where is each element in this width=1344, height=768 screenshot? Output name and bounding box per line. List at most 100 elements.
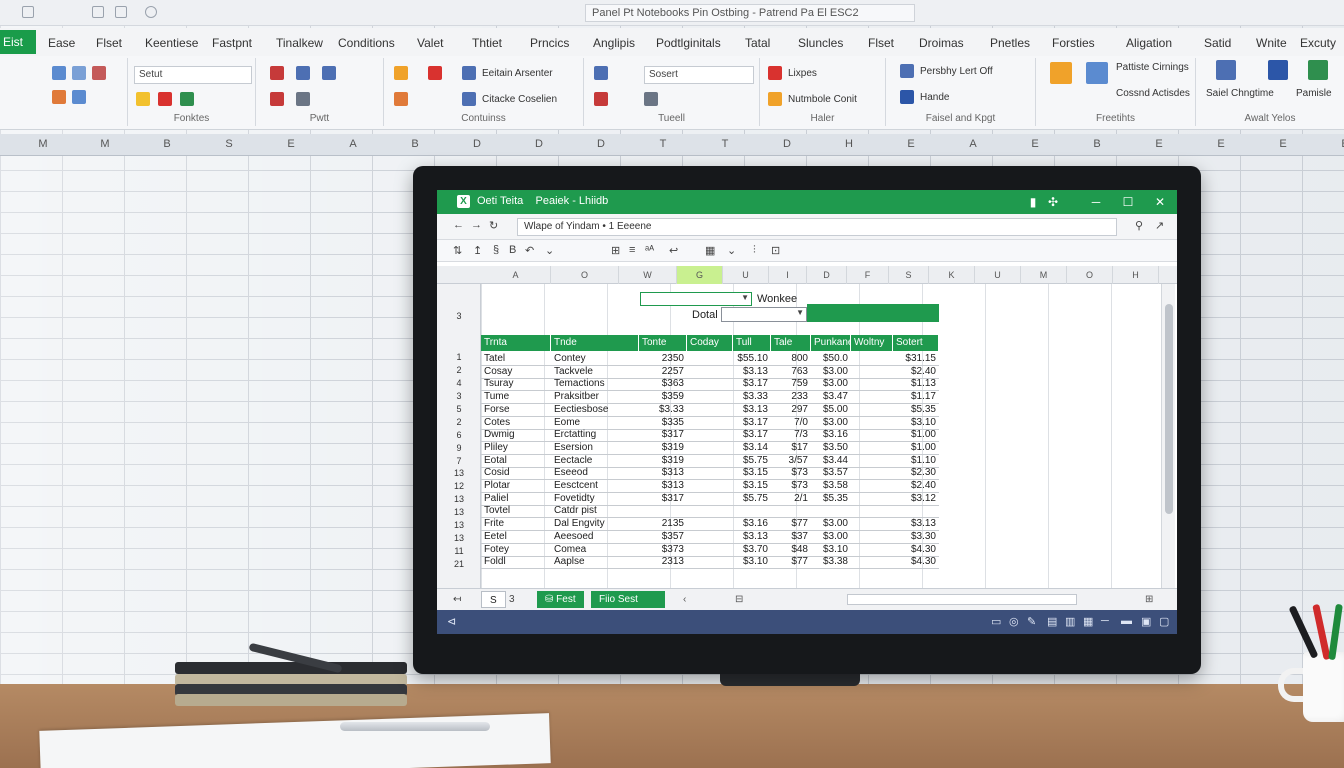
table-header-cell[interactable]: Tale <box>771 335 811 351</box>
table-cell[interactable]: $1.13 <box>896 378 936 389</box>
table-cell[interactable]: $3.33 <box>736 391 768 402</box>
table-cell[interactable]: $3.58 <box>814 480 848 491</box>
table-cell[interactable]: $363 <box>642 378 684 389</box>
ribbon-tab[interactable]: Podtlginitals <box>656 36 721 50</box>
info-icon[interactable]: ▮ <box>1022 193 1044 211</box>
table-cell[interactable]: $2.40 <box>896 480 936 491</box>
grid-icon[interactable]: ⊡ <box>771 244 780 257</box>
zoom-out-icon[interactable]: ─ <box>1101 615 1109 627</box>
table-cell[interactable]: $3.13 <box>736 531 768 542</box>
row-number[interactable]: 13 <box>437 468 481 478</box>
table-cell[interactable]: 7/3 <box>774 429 808 440</box>
column-header[interactable]: O <box>551 266 619 284</box>
maximize-button[interactable]: ☐ <box>1117 193 1139 211</box>
row-number[interactable]: 1 <box>437 352 481 362</box>
table-header-cell[interactable]: Woltny <box>851 335 893 351</box>
table-cell[interactable]: $5.75 <box>736 493 768 504</box>
table-cell[interactable]: Frite <box>484 518 548 529</box>
undo-icon[interactable]: ↶ <box>525 244 534 257</box>
table-cell[interactable]: $48 <box>774 544 808 555</box>
number-icon[interactable] <box>594 66 608 80</box>
table-cell[interactable]: Eotal <box>484 455 548 466</box>
table-cell[interactable]: Aaplse <box>554 556 636 567</box>
table-cell[interactable]: 2350 <box>642 353 684 364</box>
table-cell[interactable]: $31.15 <box>896 353 936 364</box>
formula-input[interactable]: Wlape of Yindam • 1 Eeeene <box>517 218 1117 236</box>
table-header-cell[interactable]: Sotert <box>893 335 939 351</box>
ribbon-tab[interactable]: Forsties <box>1052 36 1095 50</box>
format-table-icon[interactable] <box>768 92 782 106</box>
table-cell[interactable]: $3.00 <box>814 417 848 428</box>
table-cell[interactable]: $3.17 <box>736 429 768 440</box>
column-header[interactable]: K <box>929 266 975 284</box>
table-header-cell[interactable]: Punkane <box>811 335 853 351</box>
row-number[interactable]: 9 <box>437 443 481 453</box>
table-cell[interactable]: $3.44 <box>814 455 848 466</box>
accessibility-icon[interactable]: ⊲ <box>447 615 456 628</box>
table-cell[interactable]: $3.00 <box>814 518 848 529</box>
ribbon-tab[interactable]: Flset <box>868 36 894 50</box>
vertical-scrollbar[interactable] <box>1161 284 1175 588</box>
table-cell[interactable]: $359 <box>642 391 684 402</box>
table-cell[interactable]: $319 <box>642 442 684 453</box>
ribbon-tab[interactable]: Keentiese <box>145 36 198 50</box>
table-header-cell[interactable]: Tonte <box>639 335 687 351</box>
merge-icon[interactable]: ⊞ <box>611 244 620 257</box>
table-cell[interactable]: Fotey <box>484 544 548 555</box>
dropdown-select[interactable]: ▼ <box>640 292 752 306</box>
table-cell[interactable]: Plotar <box>484 480 548 491</box>
chevron-down-icon[interactable]: ⌄ <box>727 244 736 257</box>
ribbon-tab[interactable]: Excuty <box>1300 36 1336 50</box>
align-icon[interactable]: ≡ <box>629 244 635 256</box>
table-cell[interactable]: Forse <box>484 404 548 415</box>
link-icon[interactable]: ⚲ <box>1135 219 1143 232</box>
font-size-icon[interactable] <box>322 66 336 80</box>
close-x-icon[interactable] <box>428 66 442 80</box>
ideas-label-2[interactable]: Pamisle <box>1296 88 1332 99</box>
column-header[interactable]: O <box>1067 266 1113 284</box>
ribbon-tab[interactable]: Tinalkew <box>276 36 323 50</box>
table-cell[interactable]: Cosay <box>484 366 548 377</box>
table-cell[interactable]: $1.10 <box>896 455 936 466</box>
horizontal-scrollbar[interactable] <box>847 594 1077 605</box>
column-header[interactable]: D <box>807 266 847 284</box>
table-cell[interactable]: $3.00 <box>814 366 848 377</box>
table-cell[interactable]: $3.57 <box>814 467 848 478</box>
column-header[interactable]: M <box>1021 266 1067 284</box>
pivot-icon[interactable] <box>1086 62 1108 84</box>
table-cell[interactable]: $3.14 <box>736 442 768 453</box>
table-cell[interactable]: $2.30 <box>896 467 936 478</box>
percent-icon[interactable] <box>594 92 608 106</box>
table-cell[interactable]: $3.13 <box>736 366 768 377</box>
table-header-cell[interactable]: Trnta <box>481 335 551 351</box>
bold-icon[interactable]: B <box>509 244 516 256</box>
table-cell[interactable]: Paliel <box>484 493 548 504</box>
ribbon-tab[interactable]: Aligation <box>1126 36 1172 50</box>
table-cell[interactable]: $313 <box>642 467 684 478</box>
minimize-button[interactable]: ─ <box>1085 193 1107 211</box>
table-cell[interactable]: Praksitber <box>554 391 636 402</box>
ribbon-tab[interactable]: Prncics <box>530 36 569 50</box>
table-cell[interactable]: Eectiesbose <box>554 404 636 415</box>
zoom-icon[interactable]: ⊞ <box>1137 591 1161 608</box>
table-cell[interactable]: 3/57 <box>774 455 808 466</box>
number-format-box[interactable]: Sosert <box>644 66 754 84</box>
analyze-item-2[interactable]: Cossnd Actisdes <box>1116 88 1190 99</box>
table-cell[interactable]: $1.00 <box>896 442 936 453</box>
table-cell[interactable]: 7/0 <box>774 417 808 428</box>
table-cell[interactable]: $335 <box>642 417 684 428</box>
decimal-icon[interactable] <box>644 92 658 106</box>
ribbon-tab[interactable]: Conditions <box>338 36 395 50</box>
table-cell[interactable]: $373 <box>642 544 684 555</box>
column-header[interactable]: S <box>889 266 929 284</box>
paste-icon[interactable] <box>52 66 66 80</box>
table-cell[interactable]: $3.10 <box>736 556 768 567</box>
ribbon-tab[interactable]: Satid <box>1204 36 1231 50</box>
table-cell[interactable]: $1.17 <box>896 391 936 402</box>
table-cell[interactable]: $317 <box>642 429 684 440</box>
table-cell[interactable]: Eetel <box>484 531 548 542</box>
format-painter-icon[interactable] <box>52 90 66 104</box>
table-cell[interactable]: 297 <box>774 404 808 415</box>
share-icon[interactable] <box>1308 60 1328 80</box>
ribbon-tab[interactable]: Sluncles <box>798 36 843 50</box>
